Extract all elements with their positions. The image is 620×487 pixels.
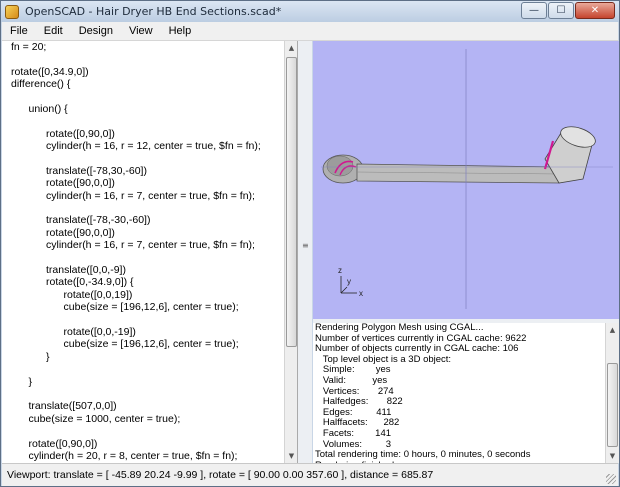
menu-file[interactable]: File <box>2 25 36 37</box>
code-line: cylinder(h = 20, r = 8, center = true, $… <box>11 449 238 462</box>
code-line: translate([507,0,0]) <box>11 400 117 413</box>
code-editor[interactable]: fn = 20; rotate([0,34.9,0]) difference() {… <box>2 41 298 463</box>
resize-grip-icon[interactable] <box>606 474 616 484</box>
code-line: translate([-78,-30,-60]) <box>11 214 151 227</box>
openscad-app-icon <box>5 4 19 19</box>
console-scroll-thumb[interactable] <box>607 363 618 447</box>
code-line: fn = 20; <box>11 41 47 53</box>
splitter-grip-icon: ≡ <box>302 241 309 250</box>
console-scroll-up-arrow[interactable]: ▲ <box>606 323 619 337</box>
code-line: rotate([90,0,0]) <box>11 226 115 239</box>
status-bar: Viewport: translate = [ -45.89 20.24 -9.… <box>2 463 618 486</box>
z-axis-label: z <box>338 266 342 275</box>
code-line: rotate([0,-34.9,0]) { <box>11 276 134 289</box>
code-line: cube(size = [196,12,6], center = true); <box>11 301 239 314</box>
viewport-status-text: Viewport: translate = [ -45.89 20.24 -9.… <box>7 469 434 481</box>
code-line: } <box>11 375 33 388</box>
code-line: cylinder(h = 16, r = 7, center = true, $… <box>11 239 255 252</box>
console-output[interactable]: Rendering Polygon Mesh using CGAL... Numb… <box>313 323 619 463</box>
menu-design[interactable]: Design <box>71 25 121 37</box>
code-line: translate([0,0,-9]) <box>11 264 126 277</box>
minimize-button[interactable]: — <box>521 2 547 19</box>
code-line: rotate([0,0,19]) <box>11 288 133 301</box>
console-line: Rendering Polygon Mesh using CGAL... <box>315 323 484 333</box>
code-line: union() { <box>11 102 68 115</box>
code-line: difference() { <box>11 78 71 91</box>
menu-bar: File Edit Design View Help <box>2 22 618 41</box>
menu-edit[interactable]: Edit <box>36 25 71 37</box>
vertical-splitter[interactable]: ≡ <box>298 41 312 463</box>
openscad-window: OpenSCAD - Hair Dryer HB End Sections.sc… <box>0 0 620 487</box>
code-line: } <box>11 350 50 363</box>
title-bar[interactable]: OpenSCAD - Hair Dryer HB End Sections.sc… <box>1 1 619 22</box>
window-controls: — ☐ ✕ <box>520 2 615 19</box>
code-line: cube(size = [196,12,6], center = true); <box>11 338 239 351</box>
code-line: rotate([0,90,0]) <box>11 437 98 450</box>
console-scrollbar[interactable]: ▲ ▼ <box>605 323 619 463</box>
console-line: Valid: yes <box>315 374 388 386</box>
window-title: OpenSCAD - Hair Dryer HB End Sections.sc… <box>25 5 282 18</box>
editor-scrollbar[interactable]: ▲ ▼ <box>284 41 297 463</box>
code-line: cube(size = 1000, center = true); <box>11 412 181 425</box>
code-line: translate([-78,30,-60]) <box>11 164 147 177</box>
scroll-down-arrow[interactable]: ▼ <box>285 449 297 463</box>
maximize-button[interactable]: ☐ <box>548 2 574 19</box>
close-button[interactable]: ✕ <box>575 2 615 19</box>
code-line: rotate([0,90,0]) <box>11 127 115 140</box>
console-scroll-down-arrow[interactable]: ▼ <box>606 449 619 463</box>
code-line: rotate([90,0,0]) <box>11 177 115 190</box>
y-axis-label: y <box>347 277 351 286</box>
console-line: Facets: 141 <box>315 427 392 439</box>
scroll-thumb[interactable] <box>286 57 297 347</box>
code-line: cylinder(h = 16, r = 12, center = true, … <box>11 140 261 153</box>
3d-viewport[interactable]: x y z <box>313 41 619 319</box>
model-render: x y z <box>321 49 613 309</box>
y-axis-indicator <box>340 286 348 294</box>
x-axis-label: x <box>359 289 363 298</box>
console-text: Rendering Polygon Mesh using CGAL... Numb… <box>315 323 530 463</box>
code-text[interactable]: fn = 20; rotate([0,34.9,0]) difference() {… <box>11 41 261 462</box>
code-line: cylinder(h = 16, r = 7, center = true, $… <box>11 189 255 202</box>
code-line: rotate([0,34.9,0]) <box>11 65 89 78</box>
scroll-up-arrow[interactable]: ▲ <box>285 41 297 55</box>
menu-view[interactable]: View <box>121 25 161 37</box>
code-line: rotate([0,0,-19]) <box>11 325 136 338</box>
menu-help[interactable]: Help <box>161 25 200 37</box>
